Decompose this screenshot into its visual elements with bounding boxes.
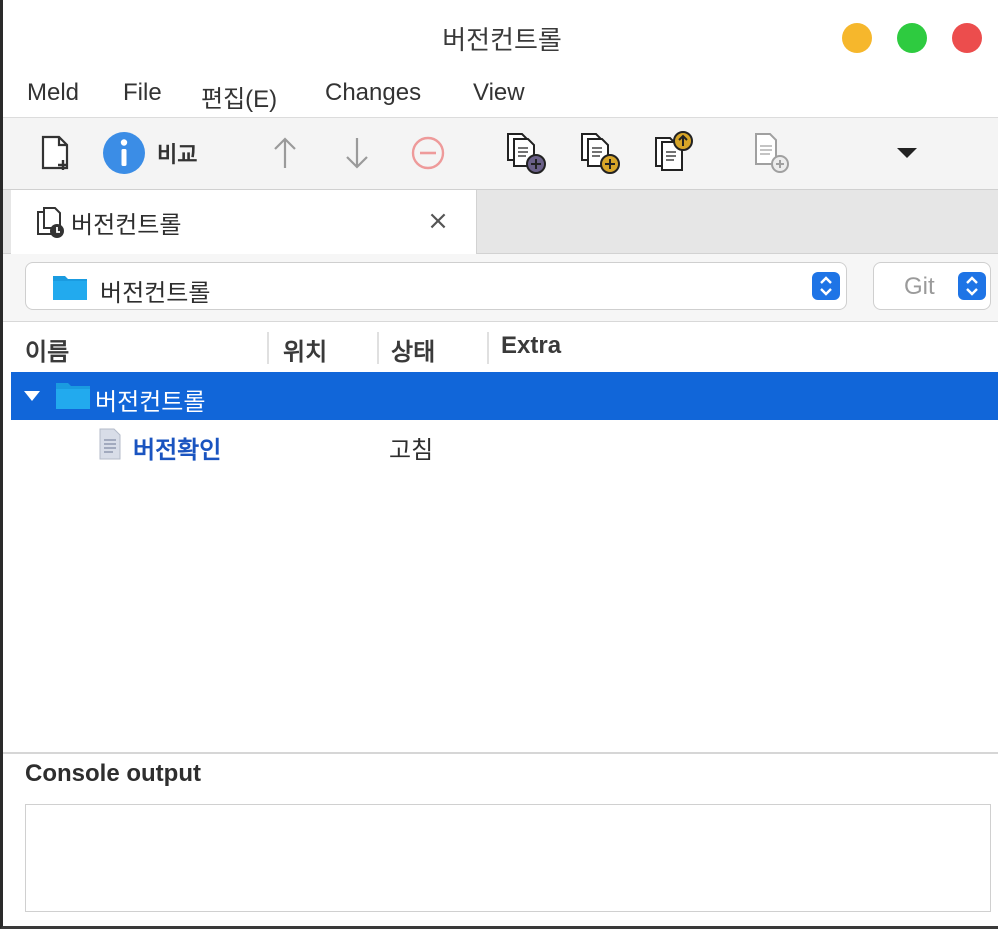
column-divider[interactable]: [267, 332, 269, 364]
vcs-spinner-icon: [958, 272, 986, 300]
copy-right-icon: [581, 133, 620, 174]
console-output[interactable]: [25, 804, 991, 912]
file-tree: 버전컨트롤 버전확인 고침: [3, 372, 998, 752]
folder-icon: [56, 383, 90, 409]
menu-changes[interactable]: Changes: [325, 79, 421, 107]
tab-bar: 버전컨트롤 ×: [3, 190, 998, 254]
column-header-status[interactable]: 상태: [391, 332, 435, 367]
tab-close-button[interactable]: ×: [423, 206, 453, 236]
menu-view[interactable]: View: [473, 79, 525, 107]
console-title: Console output: [25, 760, 201, 787]
arrow-down-icon: [346, 138, 368, 169]
version-control-icon: [37, 207, 64, 238]
maximize-button[interactable]: [897, 23, 927, 53]
copy-right-button[interactable]: [575, 128, 625, 178]
tab-version-control[interactable]: 버전컨트롤 ×: [11, 190, 477, 254]
file-status: 고침: [389, 436, 434, 464]
new-comparison-button[interactable]: [33, 128, 79, 178]
copy-left-button[interactable]: [501, 128, 551, 178]
menu-meld[interactable]: Meld: [27, 79, 79, 107]
location-bar: 버전컨트롤 Git: [3, 254, 998, 322]
arrow-up-icon: [274, 137, 296, 168]
next-change-button[interactable]: [337, 128, 377, 178]
close-window-button[interactable]: [952, 23, 982, 53]
folder-path-label: 버전컨트롤: [100, 279, 211, 307]
column-header-name[interactable]: 이름: [25, 332, 69, 367]
compare-button[interactable]: 비교: [101, 128, 231, 178]
commit-button[interactable]: [649, 128, 699, 178]
compare-label: 비교: [157, 143, 198, 168]
previous-change-button[interactable]: [265, 128, 305, 178]
no-entry-icon: [411, 136, 445, 170]
path-spinner-icon: [812, 272, 840, 300]
column-header-location[interactable]: 위치: [283, 332, 327, 367]
console-divider[interactable]: [3, 752, 998, 754]
add-file-icon: [755, 133, 789, 173]
tree-row-folder[interactable]: 버전컨트롤: [11, 372, 998, 420]
commit-icon: [655, 131, 693, 171]
vcs-selector[interactable]: Git: [873, 262, 991, 310]
folder-name: 버전컨트롤: [95, 388, 206, 416]
toolbar-overflow-button[interactable]: [887, 128, 927, 178]
folder-icon: [53, 276, 87, 300]
tree-header: 이름 위치 상태 Extra: [3, 322, 998, 372]
dropdown-arrow-icon: [897, 148, 917, 158]
info-icon: [103, 132, 145, 174]
menu-edit[interactable]: 편집(E): [201, 79, 277, 114]
tree-row-file[interactable]: 버전확인 고침: [11, 420, 998, 468]
menu-bar: Meld File 편집(E) Changes View: [3, 70, 998, 118]
new-comparison-icon: [41, 135, 69, 170]
vcs-label: Git: [904, 273, 935, 300]
folder-path-combo[interactable]: 버전컨트롤: [25, 262, 847, 310]
file-name: 버전확인: [133, 436, 222, 464]
minimize-button[interactable]: [842, 23, 872, 53]
column-divider[interactable]: [487, 332, 489, 364]
toolbar: 비교: [3, 118, 998, 190]
stop-button[interactable]: [405, 128, 451, 178]
tab-label: 버전컨트롤: [71, 211, 182, 239]
expander-triangle-icon[interactable]: [23, 390, 41, 402]
title-bar: 버전컨트롤: [3, 0, 998, 70]
copy-left-icon: [507, 133, 546, 174]
add-file-button[interactable]: [745, 128, 795, 178]
text-file-icon: [99, 428, 121, 460]
column-header-extra[interactable]: Extra: [501, 332, 561, 360]
menu-file[interactable]: File: [123, 79, 162, 107]
meld-window: 버전컨트롤 Meld File 편집(E) Changes View 비교 버전…: [0, 0, 998, 929]
column-divider[interactable]: [377, 332, 379, 364]
